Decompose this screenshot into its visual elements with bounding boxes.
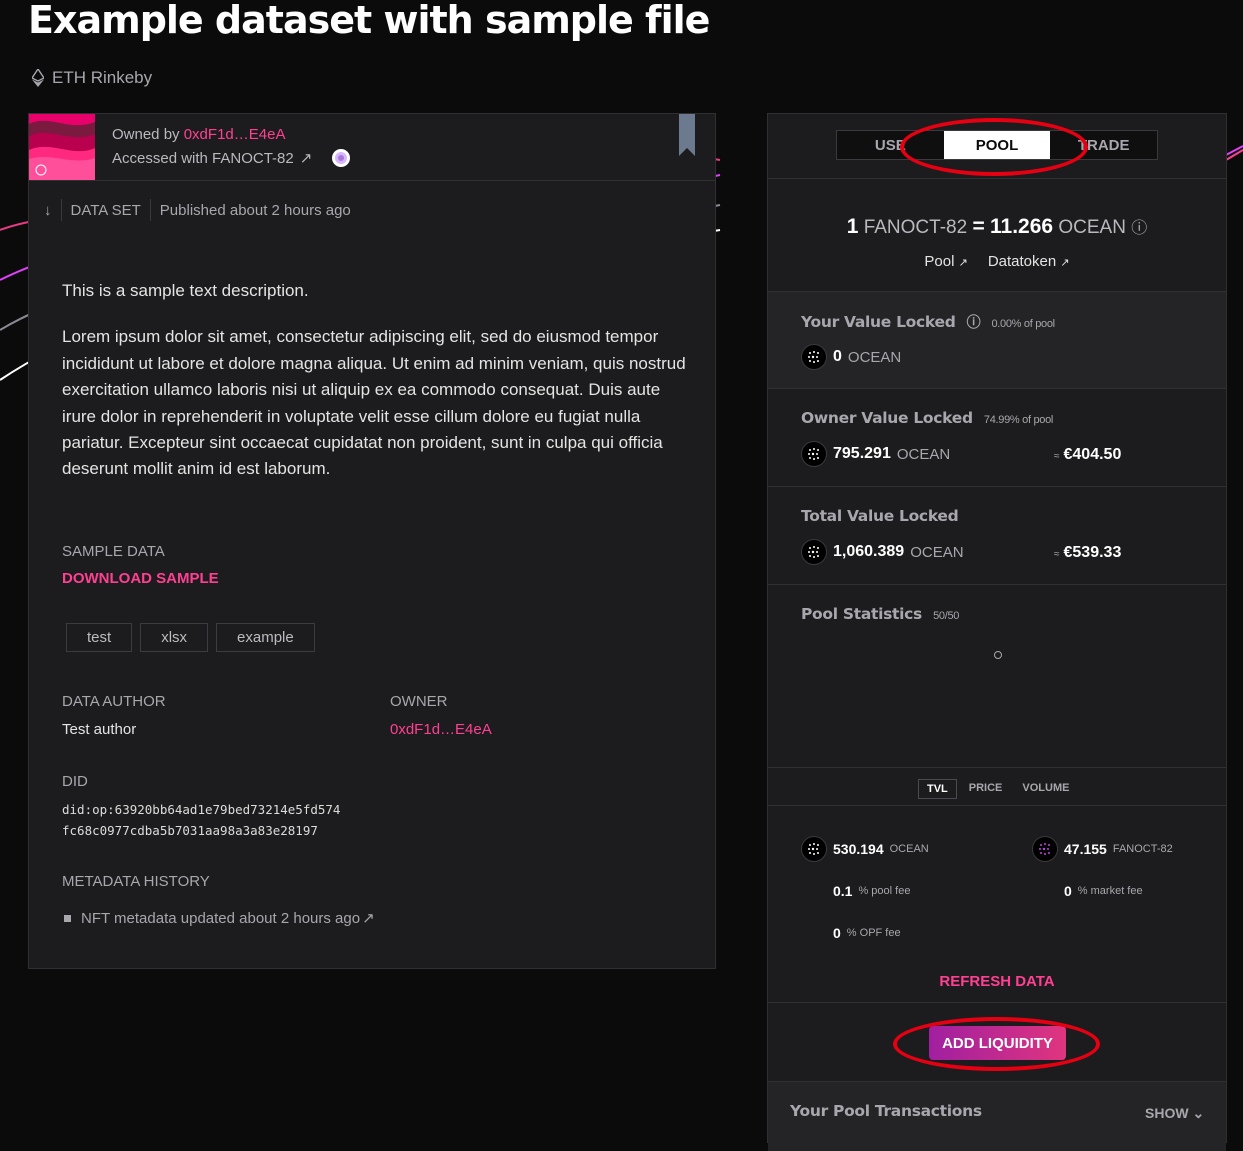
ocean-token-icon [801, 539, 827, 565]
info-icon[interactable]: ⓘ [967, 315, 981, 331]
metadata-history-label: METADATA HISTORY [62, 873, 210, 890]
total-value-section: Total Value Locked 1,060.389 OCEAN ≈ €539… [768, 486, 1226, 584]
pool-panel: USE POOL TRADE 1 FANOCT-82 = 11.266 OCEA… [767, 113, 1227, 1151]
chart-tab-price[interactable]: PRICE [961, 779, 1011, 799]
annotation-circle [893, 1017, 1100, 1071]
owner-label: OWNER [390, 693, 448, 710]
did-label: DID [62, 773, 88, 790]
pool-fee: 0.1% pool fee [833, 883, 911, 899]
access-line: Accessed with FANOCT-82 ↗ [112, 149, 351, 167]
did-value: did:op:63920bb64ad1e79bed73214e5fd574 fc… [62, 799, 340, 841]
network-name: ETH Rinkeby [52, 68, 153, 87]
total-value-amount: 1,060.389 OCEAN [801, 539, 964, 565]
show-transactions-toggle[interactable]: SHOW ⌄ [1145, 1105, 1204, 1122]
ocean-token-icon [801, 344, 827, 370]
your-value-percentage: 0.00% of pool [991, 318, 1055, 330]
download-sample-link[interactable]: DOWNLOAD SAMPLE [62, 570, 219, 587]
ethereum-icon [32, 69, 44, 87]
total-value-title: Total Value Locked [801, 507, 959, 525]
tag[interactable]: xlsx [140, 623, 209, 652]
did-line: fc68c0977cdba5b7031aa98a3a83e28197 [62, 823, 318, 838]
total-value-eur: ≈ €539.33 [1054, 544, 1122, 561]
bullet-icon [64, 914, 71, 922]
your-value-section: Your Value Locked ⓘ 0.00% of pool 0 OCEA… [768, 291, 1226, 388]
sample-data-label: SAMPLE DATA [62, 543, 165, 560]
pool-links: Pool ↗ Datatoken ↗ [768, 253, 1226, 270]
tag-list: test xlsx example [66, 623, 315, 652]
tag[interactable]: example [216, 623, 315, 652]
datatoken-link[interactable]: Datatoken ↗ [988, 253, 1070, 270]
owner-link[interactable]: 0xdF1d…E4eA [390, 721, 492, 738]
description-paragraph: This is a sample text description. [62, 281, 309, 300]
owner-address-link[interactable]: 0xdF1d…E4eA [184, 126, 286, 143]
tag[interactable]: test [66, 623, 133, 652]
description-paragraph: Lorem ipsum dolor sit amet, consectetur … [62, 327, 686, 479]
chevron-down-icon: ⌄ [1192, 1105, 1205, 1121]
external-link-icon: ↗ [299, 150, 313, 167]
price-value: 11.266 [990, 215, 1054, 238]
accessed-with-link[interactable]: Accessed with FANOCT-82 [112, 150, 294, 167]
chart-tab-tvl[interactable]: TVL [918, 779, 957, 799]
bookmark-icon[interactable] [679, 114, 695, 163]
pool-statistics-title: Pool Statistics 50/50 [801, 605, 960, 623]
did-line: did:op:63920bb64ad1e79bed73214e5fd574 [62, 802, 341, 817]
network-indicator: ETH Rinkeby [32, 68, 152, 88]
pool-weight: 50/50 [933, 610, 960, 622]
owned-by-label: Owned by [112, 126, 180, 143]
pool-transactions-title: Your Pool Transactions [790, 1102, 982, 1120]
data-author-label: DATA AUTHOR [62, 693, 166, 710]
loading-spinner-icon [994, 651, 1002, 659]
metadata-history-item: NFT metadata updated about 2 hours ago ↗ [64, 909, 375, 927]
page-title: Example dataset with sample file [28, 0, 710, 42]
asset-card: Owned by 0xdF1d…E4eA Accessed with FANOC… [28, 113, 716, 969]
chart-tab-volume[interactable]: VOLUME [1014, 779, 1077, 799]
pool-statistics-section: Pool Statistics 50/50 [768, 584, 1226, 767]
opf-fee: 0% OPF fee [833, 925, 901, 941]
price-quantity: 1 [846, 215, 859, 238]
refresh-data-button[interactable]: REFRESH DATA [768, 973, 1226, 990]
external-link-icon: ↗ [958, 257, 968, 269]
token-price: 1 FANOCT-82 = 11.266 OCEAN ⓘ [768, 214, 1226, 239]
data-author-value: Test author [62, 721, 137, 738]
price-unit: OCEAN [1058, 217, 1126, 238]
datatoken-icon [332, 149, 351, 167]
annotation-circle [900, 118, 1088, 176]
owner-value-amount: 795.291 OCEAN [801, 441, 950, 467]
download-arrow-icon: ↓ [44, 201, 52, 219]
price-token: FANOCT-82 [863, 217, 968, 238]
datatoken-reserve: 47.155 FANOCT-82 [1032, 836, 1173, 862]
your-value-title: Your Value Locked ⓘ 0.00% of pool [801, 313, 1055, 331]
asset-header: Owned by 0xdF1d…E4eA Accessed with FANOC… [29, 114, 715, 181]
price-equals: = [972, 215, 985, 238]
owner-value-eur: ≈ €404.50 [1054, 446, 1122, 463]
asset-description: This is a sample text description. Lorem… [62, 278, 687, 503]
market-fee: 0% market fee [1064, 883, 1143, 899]
ocean-token-icon [801, 836, 827, 862]
ocean-reserve: 530.194 OCEAN [801, 836, 929, 862]
info-icon[interactable]: ⓘ [1131, 220, 1147, 237]
external-link-icon: ↗ [362, 910, 375, 927]
chart-tabs: TVL PRICE VOLUME [918, 779, 1077, 799]
external-link-icon: ↗ [1060, 257, 1070, 269]
asset-type: DATA SET [70, 201, 141, 219]
asset-thumbnail [29, 114, 95, 180]
datatoken-icon [1032, 836, 1058, 862]
owner-value-title: Owner Value Locked 74.99% of pool [801, 409, 1054, 427]
history-link[interactable]: NFT metadata updated about 2 hours ago [81, 910, 360, 927]
owner-value-section: Owner Value Locked 74.99% of pool 795.29… [768, 388, 1226, 486]
ocean-token-icon [801, 441, 827, 467]
pool-link[interactable]: Pool ↗ [924, 253, 967, 270]
owner-value-percentage: 74.99% of pool [983, 414, 1054, 426]
published-date: Published about 2 hours ago [159, 201, 351, 219]
your-value-amount: 0 OCEAN [801, 344, 901, 370]
asset-meta-row: ↓ DATA SET Published about 2 hours ago [44, 199, 351, 221]
owned-by-line: Owned by 0xdF1d…E4eA [112, 126, 285, 143]
